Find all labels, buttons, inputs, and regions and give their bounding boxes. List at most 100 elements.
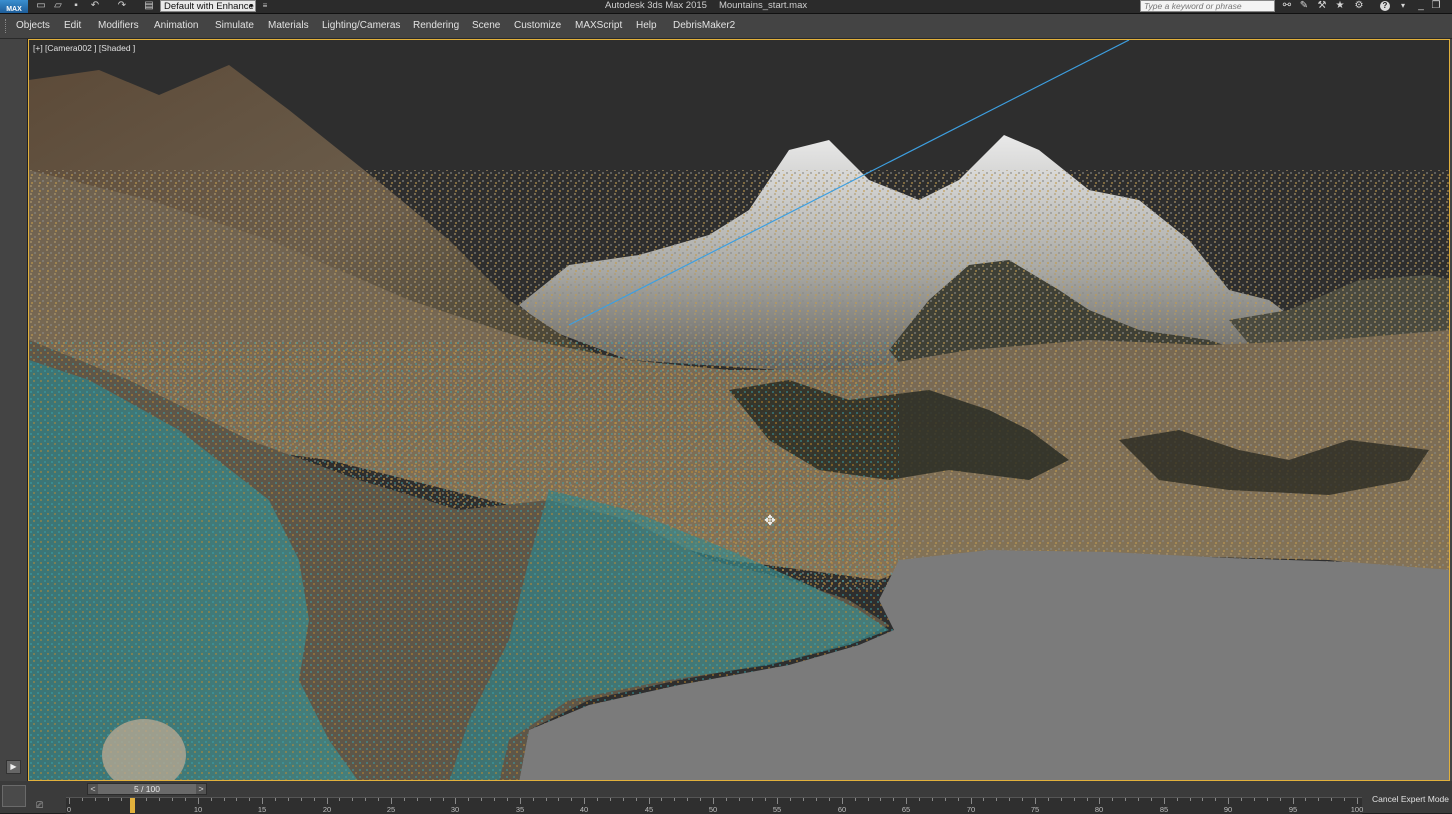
new-file-icon[interactable]: ▭: [35, 1, 47, 11]
timeline-tick: [1357, 798, 1358, 804]
timeline-tick: [726, 798, 727, 801]
menu-customize[interactable]: Customize: [514, 14, 561, 38]
timeline-tick: [558, 798, 559, 801]
menu-simulate[interactable]: Simulate: [215, 14, 254, 38]
frame-slider[interactable]: < 5 / 100 >: [87, 783, 207, 795]
info-center-icon[interactable]: ⚒: [1315, 0, 1329, 12]
move-cursor-icon: ✥: [764, 512, 776, 528]
star-icon[interactable]: ★: [1333, 0, 1347, 12]
timeline-tick: [816, 798, 817, 801]
restore-icon[interactable]: ❐: [1429, 0, 1443, 12]
timeline-tick: [649, 798, 650, 804]
timeline-track[interactable]: 0 10 15 20 25 30 35 40 45 50 55 60 65 70 75 80 85 90 95 100: [66, 797, 1363, 814]
timeline-tick: [636, 798, 637, 801]
timeline-tick: [121, 798, 122, 801]
timeline-tick: [455, 798, 456, 804]
cancel-expert-mode-button[interactable]: Cancel Expert Mode: [1372, 794, 1449, 804]
tools-icon[interactable]: ✎: [1297, 0, 1311, 12]
timeline-tick: [880, 798, 881, 801]
timeline-tick: [906, 798, 907, 804]
timeline-tick: [249, 798, 250, 801]
binoculars-icon[interactable]: ⚯: [1280, 0, 1294, 12]
timeline-tick: [1112, 798, 1113, 801]
frame-counter[interactable]: 5 / 100: [98, 784, 196, 794]
timeline-tick: [1035, 798, 1036, 804]
time-marker[interactable]: [130, 798, 135, 813]
dropdown-menu-icon[interactable]: ≡: [259, 1, 271, 11]
timeline-tick: [623, 798, 624, 801]
menu-animation[interactable]: Animation: [154, 14, 198, 38]
prev-frame-icon[interactable]: <: [88, 784, 98, 794]
open-file-icon[interactable]: ▱: [52, 1, 64, 11]
left-command-strip: [0, 39, 28, 781]
timeline-tick: [842, 798, 843, 804]
timeline-tick: [1177, 798, 1178, 801]
timeline-tick: [275, 798, 276, 801]
timeline-tick: [661, 798, 662, 801]
timeline-tick: [404, 798, 405, 801]
menu-modifiers[interactable]: Modifiers: [98, 14, 139, 38]
timeline-tick: [597, 798, 598, 801]
chevron-down-icon[interactable]: ▾: [1396, 0, 1410, 12]
viewport-label[interactable]: [+] [Camera002 ] [Shaded ]: [33, 43, 135, 53]
maxscript-listener-button[interactable]: [2, 785, 26, 807]
timeline-tick: [159, 798, 160, 801]
gear-icon[interactable]: ⚙: [1352, 0, 1366, 12]
menu-debrismaker2[interactable]: DebrisMaker2: [673, 14, 735, 38]
timeline-tick: [314, 798, 315, 801]
window-title: Autodesk 3ds Max 2015 Mountains_start.max: [605, 0, 807, 12]
minimize-icon[interactable]: _: [1414, 0, 1428, 12]
search-input[interactable]: Type a keyword or phrase: [1140, 0, 1275, 12]
timeline-tick: [1151, 798, 1152, 801]
scene-render: [29, 40, 1449, 780]
timeline-tick: [1215, 798, 1216, 801]
timeline-tick: [1293, 798, 1294, 804]
timeline-tick: [1241, 798, 1242, 801]
chevron-down-icon: ▾: [249, 3, 253, 10]
timeline-tick: [301, 798, 302, 801]
timeline-tick: [1254, 798, 1255, 801]
help-icon[interactable]: ?: [1380, 1, 1390, 11]
timeline-tick: [352, 798, 353, 801]
menu-lighting-cameras[interactable]: Lighting/Cameras: [322, 14, 400, 38]
next-frame-icon[interactable]: >: [196, 784, 206, 794]
play-expand-icon[interactable]: ▶: [6, 760, 21, 774]
timeline-tick: [82, 798, 83, 801]
menu-rendering[interactable]: Rendering: [413, 14, 459, 38]
timeline-tick: [443, 798, 444, 801]
workspace-select[interactable]: Default with Enhance ▾: [160, 0, 256, 12]
timeline-tick: [1344, 798, 1345, 801]
timeline-tick: [533, 798, 534, 801]
listener-icon[interactable]: ⎚: [36, 799, 48, 811]
search-placeholder: Type a keyword or phrase: [1144, 1, 1242, 11]
camera-viewport[interactable]: [+] [Camera002 ] [Shaded ] ✥: [28, 39, 1450, 781]
timeline-tick: [1228, 798, 1229, 804]
project-folder-icon[interactable]: ▤: [143, 1, 155, 11]
timeline-tick: [571, 798, 572, 801]
workspace-value: Default with Enhance: [164, 1, 254, 12]
timeline-tick: [983, 798, 984, 801]
menu-objects[interactable]: Objects: [16, 14, 50, 38]
menu-maxscript[interactable]: MAXScript: [575, 14, 622, 38]
app-logo-icon[interactable]: MAX: [0, 0, 28, 13]
timeline-tick: [971, 798, 972, 804]
file-name: Mountains_start.max: [718, 0, 808, 11]
timeline-tick: [494, 798, 495, 801]
undo-icon[interactable]: ↶: [89, 1, 101, 11]
save-icon[interactable]: ▪: [70, 1, 82, 11]
title-bar: MAX ▭ ▱ ▪ ↶ ↷ ▤ Default with Enhance ▾ ≡…: [0, 0, 1452, 14]
menu-materials[interactable]: Materials: [268, 14, 309, 38]
timeline-tick: [69, 798, 70, 804]
timeline-tick: [893, 798, 894, 801]
menu-help[interactable]: Help: [636, 14, 657, 38]
timeline-tick: [1267, 798, 1268, 801]
menu-edit[interactable]: Edit: [64, 14, 81, 38]
timeline-tick: [236, 798, 237, 801]
timeline-tick: [288, 798, 289, 801]
timeline-tick: [1074, 798, 1075, 801]
menu-scene[interactable]: Scene: [472, 14, 500, 38]
timeline-tick: [146, 798, 147, 801]
timeline-tick: [1164, 798, 1165, 804]
timeline-tick: [868, 798, 869, 801]
redo-icon[interactable]: ↷: [116, 1, 128, 11]
